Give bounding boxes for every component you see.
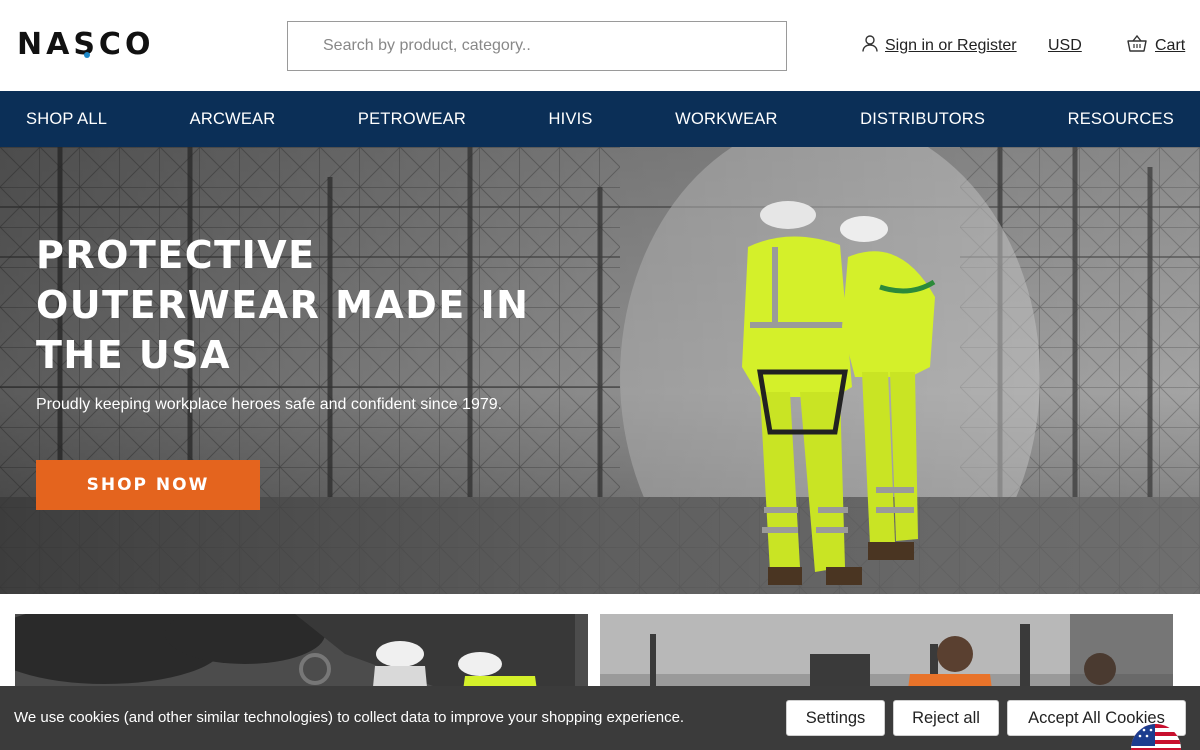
nav-item-shop-all[interactable]: SHOP ALL <box>26 110 107 129</box>
cart-link[interactable]: Cart <box>1127 34 1186 57</box>
cookie-settings-button[interactable]: Settings <box>786 700 885 736</box>
nav-item-resources[interactable]: RESOURCES <box>1068 110 1174 129</box>
shop-now-button[interactable]: SHOP NOW <box>36 460 260 510</box>
hero-subtitle: Proudly keeping workplace heroes safe an… <box>36 396 503 413</box>
cookie-message: We use cookies (and other similar techno… <box>14 709 685 726</box>
nasco-logo[interactable]: NASCO <box>17 27 219 62</box>
cookie-reject-button[interactable]: Reject all <box>893 700 999 736</box>
main-nav: SHOP ALL ARCWEAR PETROWEAR HIVIS WORKWEA… <box>0 91 1200 147</box>
account-label: Sign in or Register <box>885 37 1017 54</box>
hero-title-line-1: PROTECTIVE <box>36 233 316 277</box>
nav-item-hivis[interactable]: HIVIS <box>549 110 593 129</box>
nav-item-workwear[interactable]: WORKWEAR <box>675 110 777 129</box>
hero-title-line-3: THE USA <box>36 333 232 377</box>
nav-item-distributors[interactable]: DISTRIBUTORS <box>860 110 985 129</box>
cart-label: Cart <box>1155 37 1186 54</box>
search-box <box>287 21 787 71</box>
hero-banner: PROTECTIVE OUTERWEAR MADE IN THE USA Pro… <box>0 147 1200 594</box>
currency-selector[interactable]: USD <box>1048 35 1082 57</box>
cookie-banner: We use cookies (and other similar techno… <box>0 686 1200 750</box>
basket-icon <box>1127 34 1155 57</box>
nav-item-petrowear[interactable]: PETROWEAR <box>358 110 466 129</box>
hero-title: PROTECTIVE OUTERWEAR MADE IN THE USA <box>36 230 556 380</box>
user-icon <box>862 35 885 57</box>
hero-title-line-2: OUTERWEAR MADE IN <box>36 283 530 327</box>
logo-dot <box>84 52 90 58</box>
search-input[interactable] <box>288 22 786 70</box>
account-link[interactable]: Sign in or Register <box>862 35 1017 57</box>
nav-item-arcwear[interactable]: ARCWEAR <box>190 110 276 129</box>
site-header: NASCO Sign in or Register USD Cart <box>0 0 1200 91</box>
